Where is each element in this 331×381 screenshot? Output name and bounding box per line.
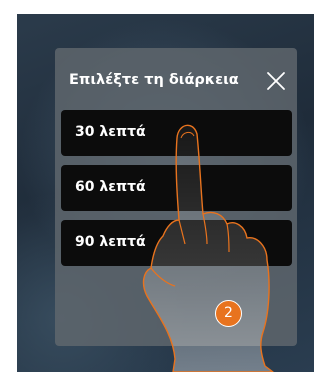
duration-dialog: Επιλέξτε τη διάρκεια 30 λεπτά 60 λεπτά 9… (55, 48, 297, 346)
close-icon (267, 72, 285, 90)
dialog-title: Επιλέξτε τη διάρκεια (69, 72, 239, 88)
option-label: 60 λεπτά (75, 179, 146, 195)
device-screen: Επιλέξτε τη διάρκεια 30 λεπτά 60 λεπτά 9… (17, 14, 314, 372)
option-label: 30 λεπτά (75, 124, 146, 140)
step-number-badge: 2 (215, 300, 242, 327)
duration-options: 30 λεπτά 60 λεπτά 90 λεπτά (61, 110, 292, 275)
option-label: 90 λεπτά (75, 234, 146, 250)
option-60-min[interactable]: 60 λεπτά (61, 165, 292, 211)
close-button[interactable] (262, 67, 290, 95)
option-30-min[interactable]: 30 λεπτά (61, 110, 292, 156)
option-90-min[interactable]: 90 λεπτά (61, 220, 292, 266)
